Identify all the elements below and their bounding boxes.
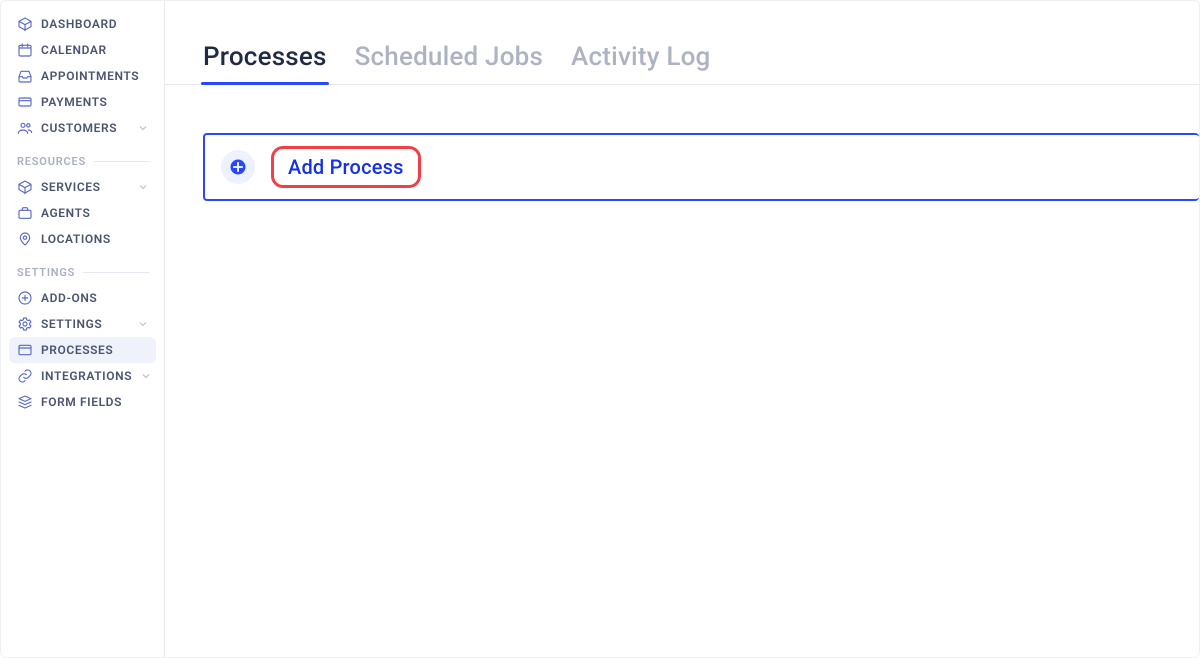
tabs: Processes Scheduled Jobs Activity Log <box>165 29 1199 85</box>
sidebar-item-addons[interactable]: ADD-ONS <box>9 285 156 311</box>
card-icon <box>17 94 33 110</box>
users-icon <box>17 120 33 136</box>
tab-content: Add Process <box>165 85 1199 201</box>
sidebar-item-settings[interactable]: SETTINGS <box>9 311 156 337</box>
sidebar-item-label: FORM FIELDS <box>41 395 122 409</box>
sidebar-item-label: CALENDAR <box>41 43 107 57</box>
sidebar-item-label: LOCATIONS <box>41 232 111 246</box>
sidebar-item-payments[interactable]: PAYMENTS <box>9 89 156 115</box>
sidebar-item-calendar[interactable]: CALENDAR <box>9 37 156 63</box>
divider <box>94 161 150 162</box>
sidebar-item-appointments[interactable]: APPOINTMENTS <box>9 63 156 89</box>
sidebar-item-services[interactable]: SERVICES <box>9 174 156 200</box>
sidebar-group-settings: SETTINGS ADD-ONS SETTINGS <box>9 260 156 415</box>
link-icon <box>17 368 33 384</box>
chevron-down-icon <box>140 369 152 383</box>
add-process-button[interactable]: Add Process <box>271 146 421 188</box>
sidebar-group-resources: RESOURCES SERVICES AGENTS <box>9 149 156 252</box>
inbox-icon <box>17 68 33 84</box>
window-icon <box>17 342 33 358</box>
sidebar-group-title: RESOURCES <box>17 155 86 168</box>
sidebar-item-agents[interactable]: AGENTS <box>9 200 156 226</box>
tab-scheduled-jobs[interactable]: Scheduled Jobs <box>355 44 543 84</box>
chevron-down-icon <box>136 317 150 331</box>
pin-icon <box>17 231 33 247</box>
sidebar: DASHBOARD CALENDAR APPOINTMENTS PAYMENTS <box>1 1 165 657</box>
sidebar-group-header: RESOURCES <box>9 149 156 174</box>
sidebar-item-label: INTEGRATIONS <box>41 369 132 383</box>
tab-processes[interactable]: Processes <box>203 44 327 84</box>
sidebar-group-title: SETTINGS <box>17 266 75 279</box>
sidebar-item-form-fields[interactable]: FORM FIELDS <box>9 389 156 415</box>
sidebar-item-label: CUSTOMERS <box>41 121 117 135</box>
main-panel: Processes Scheduled Jobs Activity Log Ad… <box>165 1 1199 657</box>
chevron-down-icon <box>136 180 150 194</box>
tab-activity-log[interactable]: Activity Log <box>571 44 710 84</box>
briefcase-icon <box>17 205 33 221</box>
sidebar-item-label: PROCESSES <box>41 343 113 357</box>
sidebar-group-header: SETTINGS <box>9 260 156 285</box>
add-process-label: Add Process <box>288 155 404 179</box>
sidebar-item-label: SETTINGS <box>41 317 102 331</box>
calendar-icon <box>17 42 33 58</box>
sidebar-item-label: ADD-ONS <box>41 291 97 305</box>
chevron-down-icon <box>136 121 150 135</box>
divider <box>83 272 150 273</box>
sidebar-item-processes[interactable]: PROCESSES <box>9 337 156 363</box>
plus-circle-icon <box>17 290 33 306</box>
gear-icon <box>17 316 33 332</box>
sidebar-primary-group: DASHBOARD CALENDAR APPOINTMENTS PAYMENTS <box>9 11 156 141</box>
sidebar-item-label: SERVICES <box>41 180 101 194</box>
stack-icon <box>17 394 33 410</box>
cube-icon <box>17 16 33 32</box>
sidebar-item-label: PAYMENTS <box>41 95 107 109</box>
sidebar-item-locations[interactable]: LOCATIONS <box>9 226 156 252</box>
app-root: DASHBOARD CALENDAR APPOINTMENTS PAYMENTS <box>0 0 1200 658</box>
sidebar-item-customers[interactable]: CUSTOMERS <box>9 115 156 141</box>
package-icon <box>17 179 33 195</box>
plus-circle-icon <box>221 150 255 184</box>
sidebar-item-dashboard[interactable]: DASHBOARD <box>9 11 156 37</box>
sidebar-item-label: DASHBOARD <box>41 17 117 31</box>
add-process-card[interactable]: Add Process <box>203 133 1199 201</box>
sidebar-item-integrations[interactable]: INTEGRATIONS <box>9 363 156 389</box>
sidebar-item-label: APPOINTMENTS <box>41 69 139 83</box>
sidebar-item-label: AGENTS <box>41 206 90 220</box>
